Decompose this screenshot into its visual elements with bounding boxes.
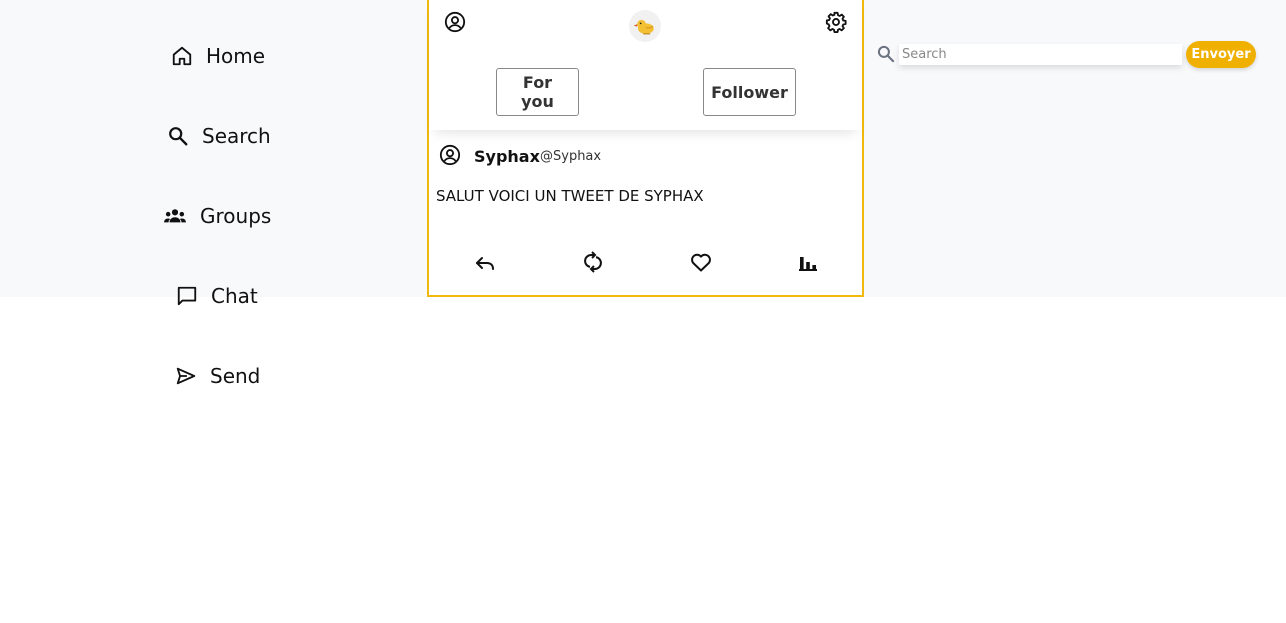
envoyer-button[interactable]: Envoyer	[1186, 41, 1256, 68]
chat-icon	[176, 285, 198, 307]
sidebar-item-chat[interactable]: Chat	[176, 284, 258, 308]
account-circle-icon[interactable]	[439, 144, 461, 170]
heart-icon[interactable]	[689, 250, 713, 274]
home-icon	[171, 45, 193, 67]
tweet-author-name[interactable]: Syphax	[474, 147, 540, 166]
sidebar-item-label: Home	[206, 44, 266, 68]
tab-follower[interactable]: Follower	[703, 68, 796, 116]
sidebar-item-label: Search	[202, 124, 271, 148]
tweet-card[interactable]: Syphax @Syphax SALUT VOICI UN TWEET DE S…	[429, 130, 862, 295]
sidebar-item-label: Send	[210, 364, 261, 388]
sidebar-item-groups[interactable]: Groups	[163, 204, 271, 228]
feed-header: For you Follower	[429, 0, 862, 130]
groups-icon	[163, 206, 187, 226]
search-icon[interactable]	[876, 44, 896, 68]
reply-icon[interactable]	[473, 250, 497, 274]
gear-icon[interactable]	[825, 11, 847, 33]
sidebar-item-home[interactable]: Home	[171, 44, 265, 68]
tab-for-you[interactable]: For you	[496, 68, 579, 116]
stats-icon[interactable]	[796, 250, 820, 274]
account-circle-icon[interactable]	[444, 11, 466, 33]
tweet-text: SALUT VOICI UN TWEET DE SYPHAX	[436, 187, 704, 205]
sidebar-item-label: Chat	[211, 284, 258, 308]
retweet-icon[interactable]	[581, 250, 605, 274]
feed-panel: For you Follower Syphax @Syphax SALUT VO…	[427, 0, 864, 297]
sidebar-item-send[interactable]: Send	[175, 364, 260, 388]
search-icon	[167, 125, 189, 147]
sidebar-item-label: Groups	[200, 204, 272, 228]
send-icon	[175, 365, 197, 387]
sidebar-item-search[interactable]: Search	[167, 124, 271, 148]
search-input[interactable]	[899, 44, 1182, 65]
bird-logo-icon[interactable]	[629, 10, 661, 42]
tweet-author-handle[interactable]: @Syphax	[540, 149, 601, 164]
